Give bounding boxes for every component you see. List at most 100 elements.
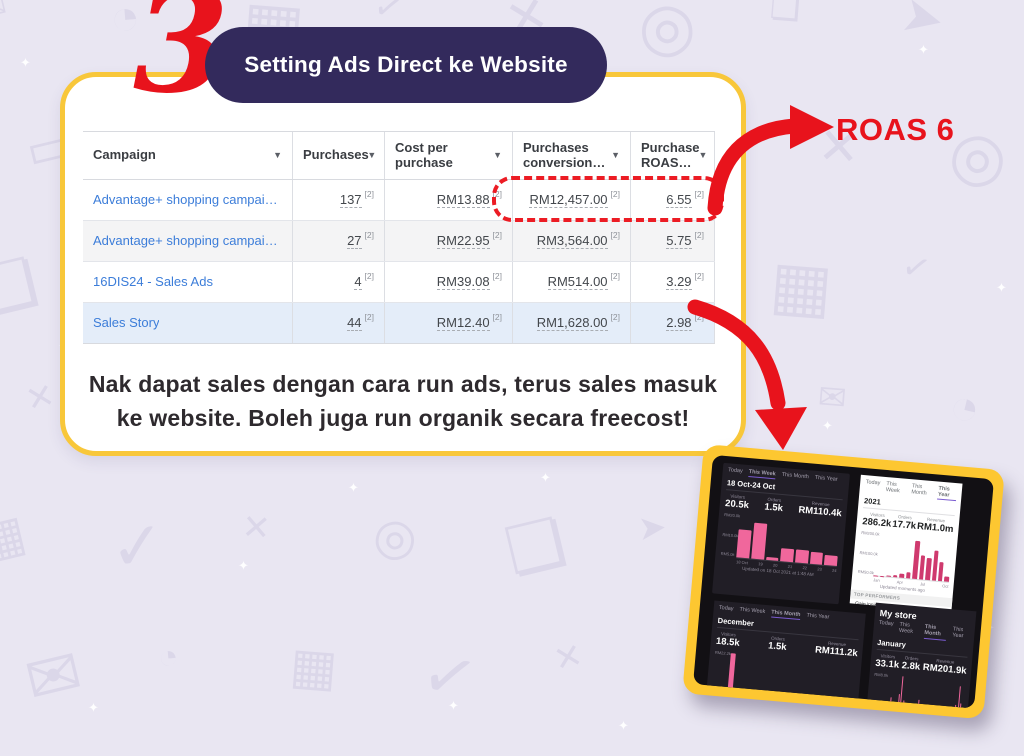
bar	[734, 695, 739, 697]
footnote-marker: [2]	[365, 262, 374, 281]
bar	[880, 575, 885, 576]
caption-text: Nak dapat sales dengan cara run ads, ter…	[65, 367, 741, 435]
campaign-link[interactable]: Sales Story	[93, 304, 159, 342]
stat-value: 17.7k	[892, 519, 917, 532]
bar	[914, 706, 916, 708]
column-header-label: Campaign	[93, 148, 156, 162]
tab-this-week[interactable]: This Week	[885, 481, 906, 497]
dashboard-panel-top-right: TodayThis WeekThis MonthThis Year2021Vis…	[850, 475, 962, 612]
table-row: Advantage+ shopping campaig… 27[2] RM22.95…	[83, 221, 715, 262]
tab-this-month[interactable]: This Month	[771, 609, 801, 620]
tab-today[interactable]: Today	[728, 467, 743, 477]
stat-visitors: Visitors20.5k	[725, 493, 750, 511]
campaign-link[interactable]: 16DIS24 - Sales Ads	[93, 263, 213, 301]
sort-arrow-icon[interactable]: ▼	[611, 151, 620, 161]
check-icon: ✓	[107, 506, 168, 587]
metric-value: RM1,628.00	[537, 315, 608, 331]
sort-arrow-icon[interactable]: ▼	[273, 151, 282, 161]
column-header-campaign[interactable]: Campaign ▼	[83, 132, 293, 179]
bar	[889, 697, 891, 708]
column-header-metric[interactable]: Purchases conversion…▼	[513, 132, 631, 179]
bar	[736, 529, 751, 559]
x-axis-tick: Jul	[920, 582, 926, 587]
cross-icon: ✕	[240, 507, 272, 549]
x-axis-tick: 21	[788, 564, 793, 569]
footnote-marker: [2]	[493, 221, 502, 240]
footnote-marker: [2]	[365, 180, 374, 199]
ads-manager-table: Campaign▼Purchases▼Cost per purchase▼Pur…	[83, 131, 715, 344]
document-icon: ❏	[0, 242, 45, 331]
tab-today[interactable]: Today	[718, 605, 733, 615]
bar	[893, 575, 898, 578]
bar	[899, 676, 903, 708]
banner-title: Setting Ads Direct ke Website	[244, 52, 567, 78]
tab-this-year[interactable]: This Year	[952, 627, 970, 643]
x-axis-tick: Jan	[873, 578, 880, 584]
column-header-metric[interactable]: Cost per purchase ▼	[385, 132, 513, 179]
footnote-marker: [2]	[611, 262, 620, 281]
bar-chart: RM8.0kRM4.0k	[887, 673, 966, 709]
bar	[907, 708, 908, 709]
footnote-marker: [2]	[611, 221, 620, 240]
tab-this-week[interactable]: This Week	[898, 622, 919, 638]
tab-today[interactable]: Today	[878, 620, 894, 636]
sort-arrow-icon[interactable]: ▼	[367, 151, 376, 161]
tab-this-month[interactable]: This Month	[781, 472, 809, 483]
campaign-cell: Sales Story	[83, 303, 293, 343]
footnote-marker: [2]	[695, 262, 704, 281]
target-icon: ◎	[635, 0, 698, 67]
x-axis-tick: 24	[832, 568, 837, 573]
y-axis-labels: RM22.2k	[711, 650, 731, 695]
pie-chart-icon: ◔	[157, 637, 181, 677]
stat-value: 20.5k	[725, 498, 750, 511]
cross-icon: ✕	[22, 375, 59, 421]
bar-chart: RM20.0kRM10.0kRM5.0k	[736, 514, 840, 568]
metric-cell: RM12.40[2]	[385, 303, 513, 343]
bar	[766, 557, 779, 562]
y-axis-tick: RM8.0k	[874, 672, 888, 678]
document-icon: ❏	[768, 0, 802, 29]
metric-value: RM39.08	[437, 274, 490, 290]
dashboard-panel-top-left: TodayThis WeekThis MonthThis Year18 Oct-…	[712, 463, 850, 605]
y-axis-tick: RM100.0k	[859, 550, 878, 557]
tab-this-year[interactable]: This Year	[937, 486, 957, 502]
bar	[780, 548, 794, 562]
metric-value: 137	[340, 192, 362, 208]
stat-value: RM111.2k	[815, 645, 859, 660]
bar	[959, 703, 961, 708]
tab-this-month[interactable]: This Month	[924, 624, 947, 640]
metric-cell: RM3,564.00[2]	[513, 221, 631, 261]
caption-line-1: Nak dapat sales dengan cara run ads, ter…	[65, 367, 741, 401]
tab-this-year[interactable]: This Year	[806, 612, 830, 622]
metric-value: RM22.95	[437, 233, 490, 249]
stat-visitors: Visitors33.1k	[875, 653, 900, 671]
bar	[954, 705, 956, 708]
arrow-to-roas-icon	[700, 90, 850, 225]
stat-visitors: Visitors18.5k	[715, 631, 740, 649]
column-header-label: Cost per purchase	[395, 141, 486, 170]
dashboard-panel-bottom-right: My storeTodayThis WeekThis MonthThis Yea…	[866, 603, 977, 709]
campaign-link[interactable]: Advantage+ shopping campaig…	[93, 222, 282, 260]
sparkle-icon: ✦	[20, 55, 31, 71]
bar	[887, 704, 889, 709]
bar	[912, 704, 914, 709]
campaign-cell: Advantage+ shopping campaig…	[83, 221, 293, 261]
tab-this-year[interactable]: This Year	[814, 475, 838, 485]
bar	[892, 706, 893, 708]
campaign-link[interactable]: Advantage+ shopping campaig…	[93, 181, 282, 219]
metric-cell: 27[2]	[293, 221, 385, 261]
stat-orders: Orders1.5k	[764, 497, 784, 515]
y-axis-labels: RM200.0kRM100.0kRM50.0k	[858, 530, 880, 575]
bar	[894, 702, 896, 708]
tab-this-week[interactable]: This Week	[739, 607, 766, 618]
stat-value: 33.1k	[875, 658, 900, 671]
tab-this-week[interactable]: This Week	[748, 469, 776, 480]
metric-cell: RM514.00[2]	[513, 262, 631, 302]
sparkle-icon: ✦	[88, 700, 99, 716]
tab-today[interactable]: Today	[865, 479, 881, 495]
footnote-marker: [2]	[365, 303, 374, 322]
sort-arrow-icon[interactable]: ▼	[493, 151, 502, 161]
tab-this-month[interactable]: This Month	[911, 483, 933, 499]
column-header-metric[interactable]: Purchases▼	[293, 132, 385, 179]
sparkle-icon: ✦	[618, 718, 629, 734]
